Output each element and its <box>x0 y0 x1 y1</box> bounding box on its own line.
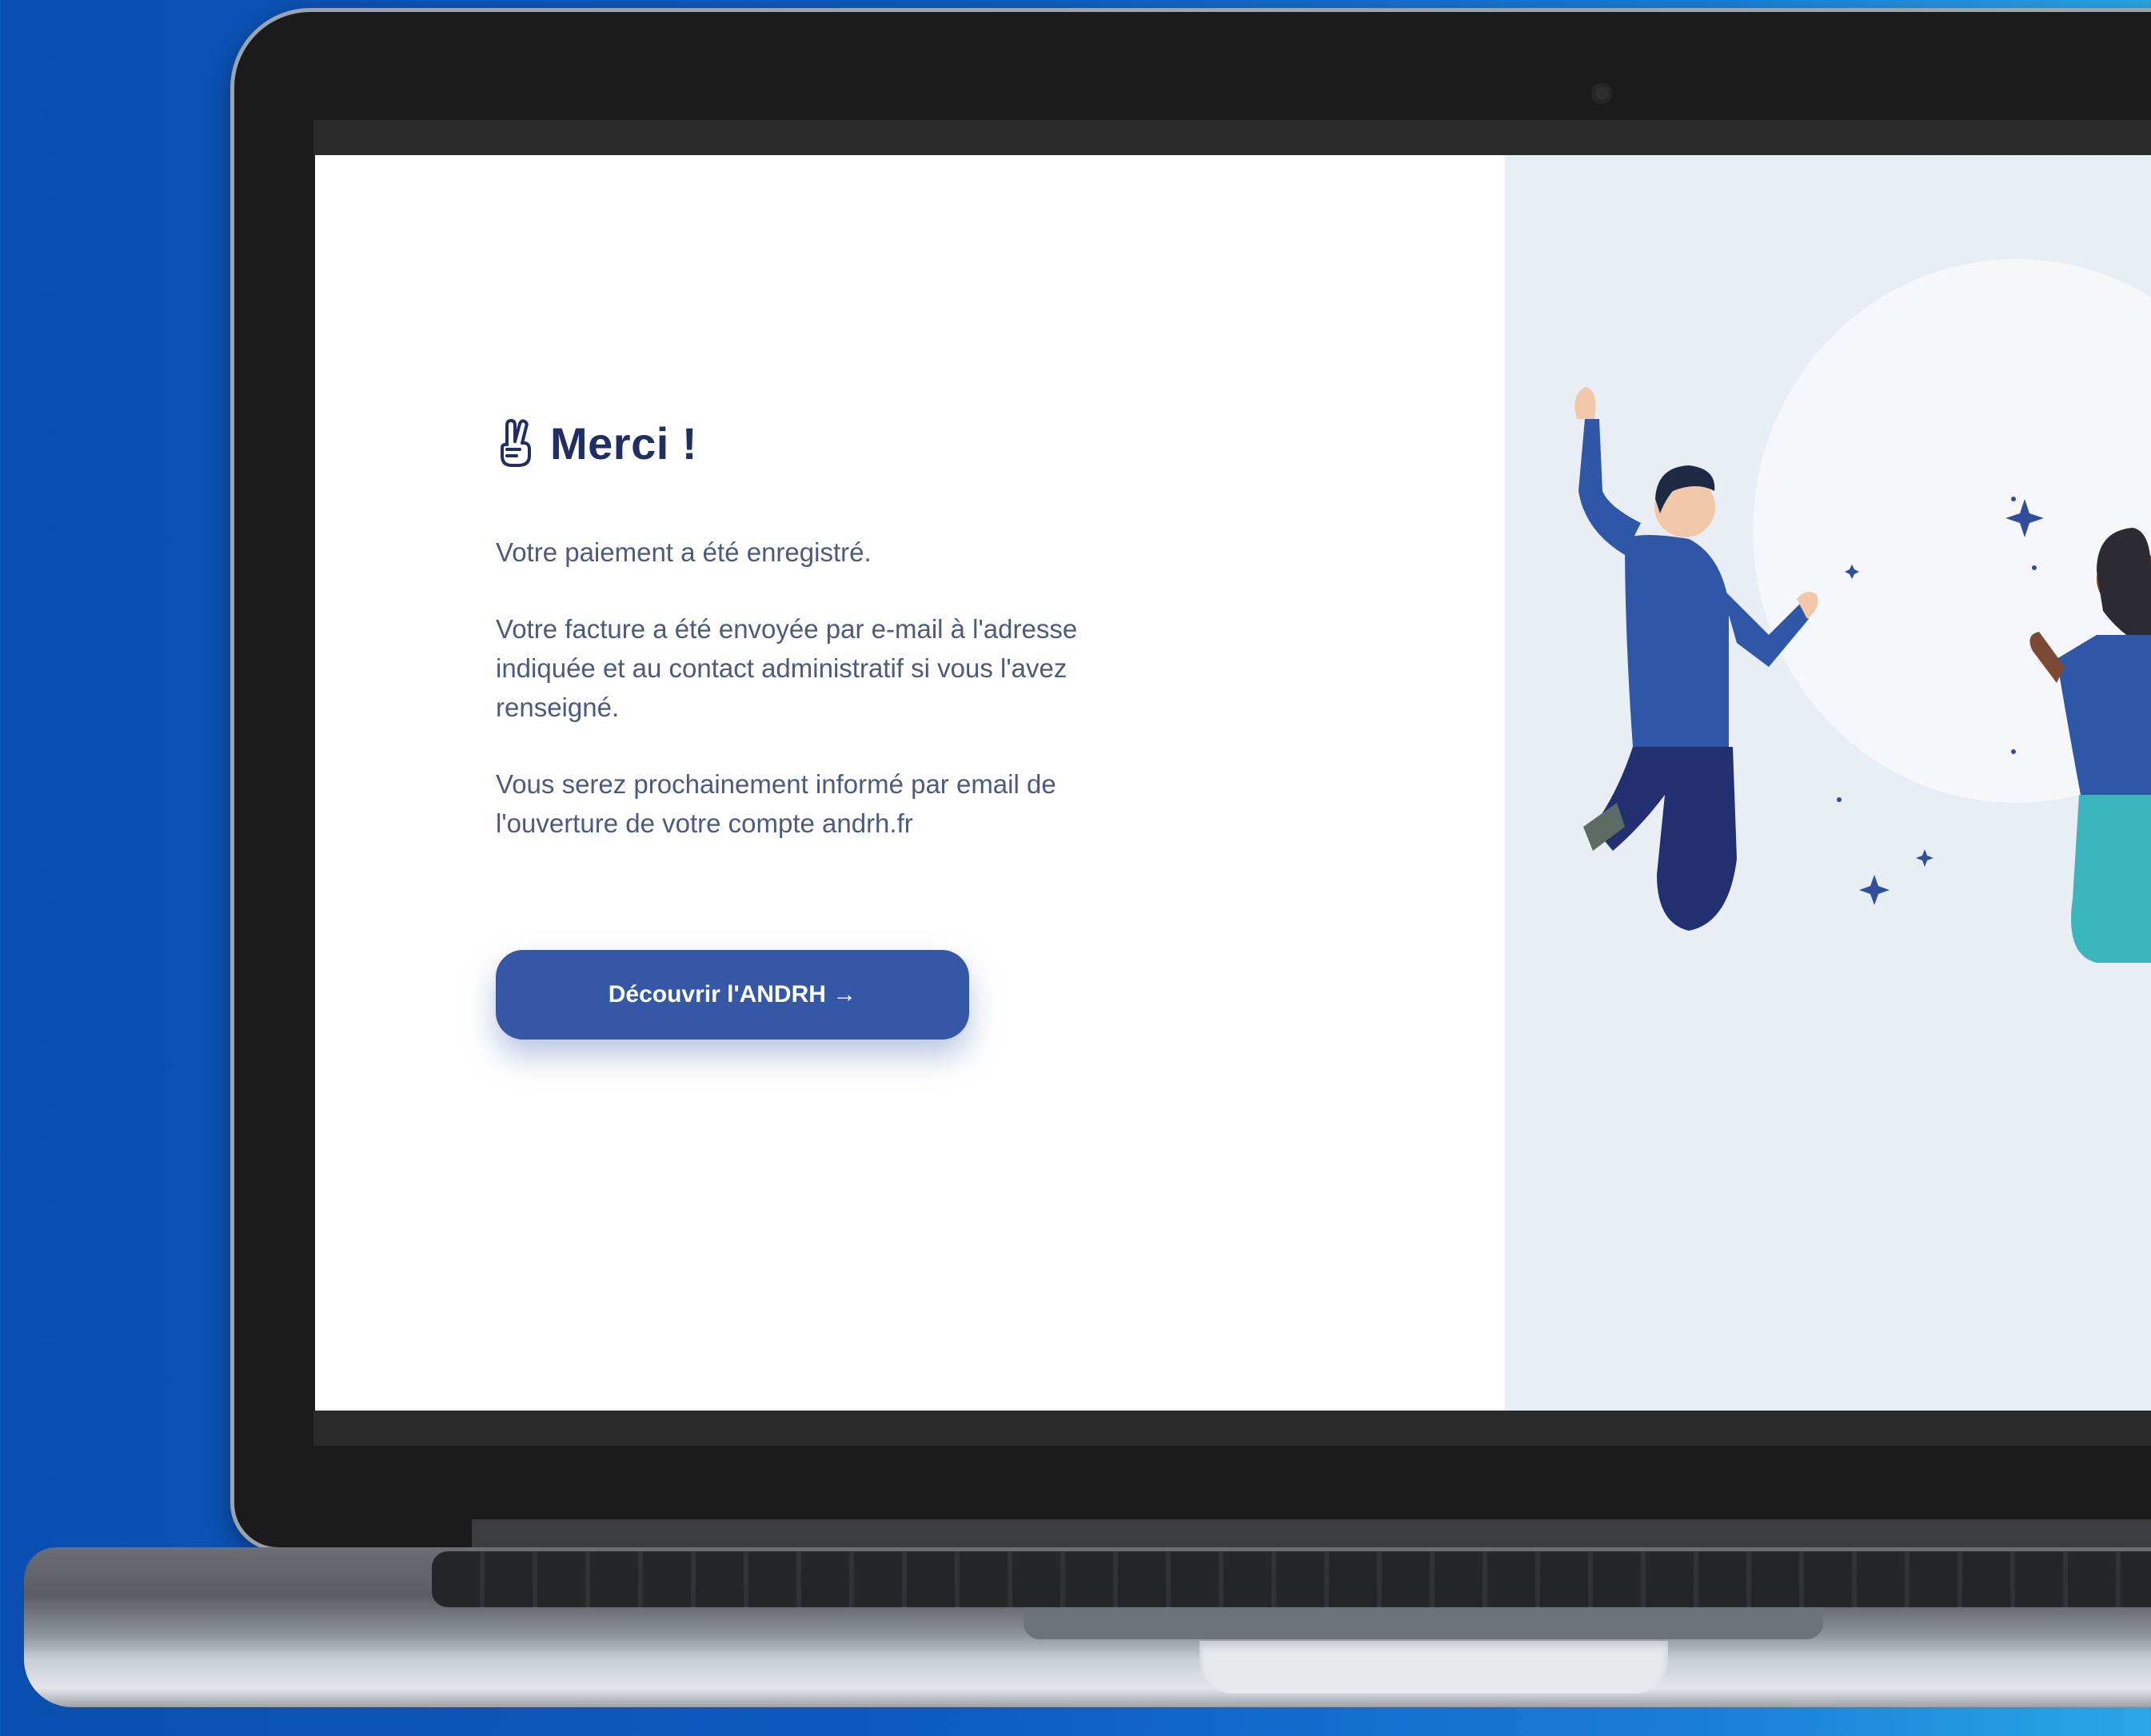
screen-bezel-bottom <box>313 1411 2151 1446</box>
invoice-info-text: Votre facture a été envoyée par e-mail à… <box>496 614 1078 722</box>
camera-icon <box>1591 83 1612 104</box>
trackpad-edge <box>1024 1607 1823 1639</box>
laptop-screen: Merci ! Votre paiement a été enregistré.… <box>315 155 2151 1411</box>
fingers-crossed-hand-icon <box>501 419 531 467</box>
screen-bezel-top <box>313 120 2151 155</box>
keyboard <box>432 1551 2151 1607</box>
celebration-illustration <box>1574 259 2151 963</box>
confirmation-panel: Merci ! Votre paiement a été enregistré.… <box>315 155 1505 1411</box>
discover-andrh-button[interactable]: Découvrir l'ANDRH → <box>496 950 969 1040</box>
laptop-hinge <box>472 1519 2151 1551</box>
payment-confirmation-text: Votre paiement a été enregistré. <box>496 537 872 567</box>
page-title: Merci ! <box>550 417 697 469</box>
account-info-text: Vous serez prochainement informé par ema… <box>496 769 1056 838</box>
laptop-front-notch <box>1199 1641 1668 1694</box>
title-row: Merci ! <box>496 411 697 475</box>
